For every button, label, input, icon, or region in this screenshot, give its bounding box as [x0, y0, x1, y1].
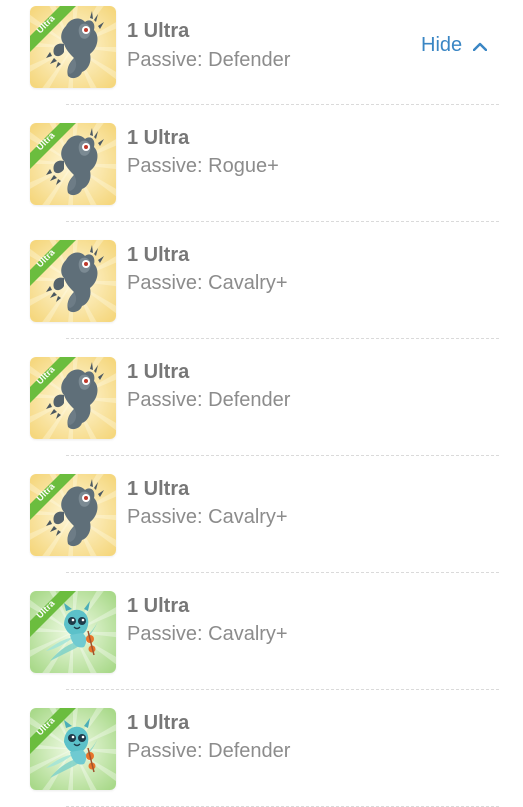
- hide-label: Hide: [421, 34, 463, 56]
- list-item-4: Ultra 1 Ultra Passive: Defender: [0, 339, 523, 456]
- item-thumbnail: Ultra: [30, 357, 116, 439]
- item-thumbnail: Ultra: [30, 123, 116, 205]
- list-item-7: Ultra 1 Ultra Passive: Defender: [0, 690, 523, 807]
- item-passive: Passive: Cavalry+: [127, 623, 288, 645]
- list-item-3: Ultra 1 Ultra Passive: Cavalry+: [0, 222, 523, 339]
- hide-button[interactable]: Hide: [421, 34, 488, 57]
- item-thumbnail: Ultra: [30, 708, 116, 790]
- item-passive: Passive: Cavalry+: [127, 506, 288, 528]
- item-title: 1 Ultra: [127, 595, 190, 617]
- item-passive: Passive: Defender: [127, 740, 291, 762]
- item-thumbnail: Ultra: [30, 591, 116, 673]
- list-item-5: Ultra 1 Ultra Passive: Cavalry+: [0, 456, 523, 573]
- item-passive: Passive: Cavalry+: [127, 272, 288, 294]
- item-thumbnail: Ultra: [30, 240, 116, 322]
- list-item-2: Ultra 1 Ultra Passive: Rogue+: [0, 105, 523, 222]
- item-title: 1 Ultra: [127, 127, 190, 149]
- item-list: Ultra 1 Ultra Passive: Defender Ultra 1 …: [0, 0, 523, 807]
- item-title: 1 Ultra: [127, 244, 190, 266]
- item-thumbnail: Ultra: [30, 474, 116, 556]
- item-title: 1 Ultra: [127, 361, 190, 383]
- item-title: 1 Ultra: [127, 712, 190, 734]
- item-title: 1 Ultra: [127, 20, 190, 42]
- item-title: 1 Ultra: [127, 478, 190, 500]
- item-passive: Passive: Defender: [127, 389, 291, 411]
- chevron-up-icon: [473, 42, 488, 51]
- item-passive: Passive: Defender: [127, 49, 291, 71]
- item-thumbnail: Ultra: [30, 6, 116, 88]
- list-item-6: Ultra 1 Ultra Passive: Cavalry+: [0, 573, 523, 690]
- item-passive: Passive: Rogue+: [127, 155, 279, 177]
